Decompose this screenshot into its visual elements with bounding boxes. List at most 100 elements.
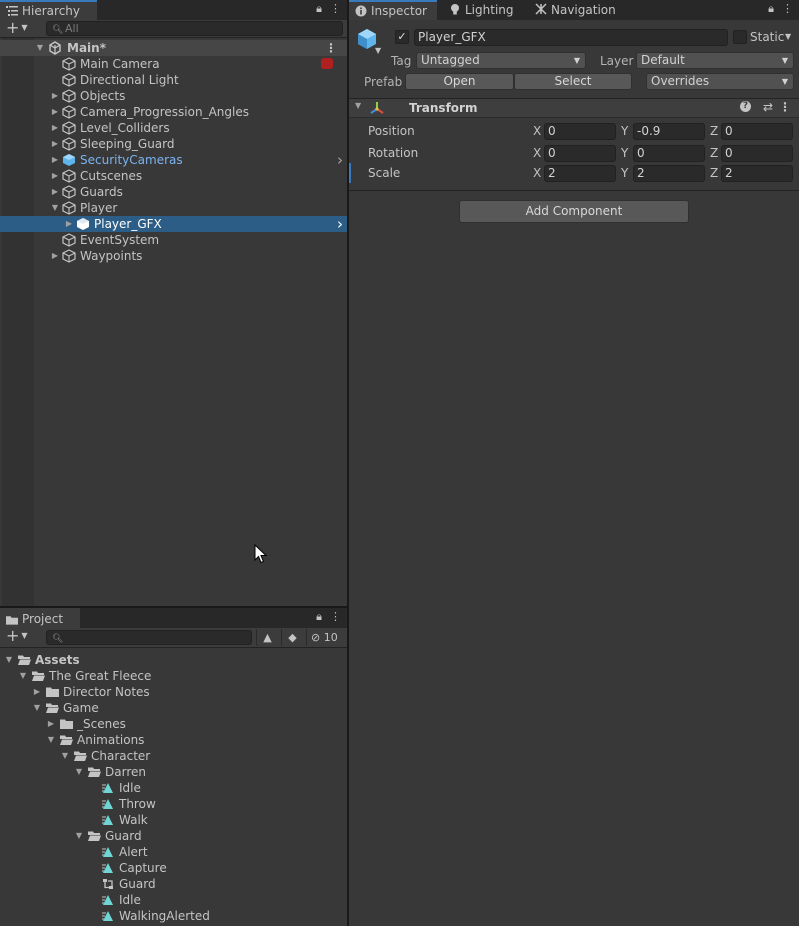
prefab-select-button[interactable]: Select xyxy=(514,73,632,90)
collapse-arrow-icon[interactable]: ▶ xyxy=(50,104,60,120)
lock-icon[interactable]: 🔒︎ xyxy=(768,2,774,16)
axis-x-label[interactable]: X xyxy=(533,166,541,180)
tab-lighting[interactable]: Lighting xyxy=(443,0,525,20)
object-name-field[interactable]: Player_GFX xyxy=(414,29,728,46)
collapse-arrow-icon[interactable]: ▶ xyxy=(50,136,60,152)
project-tree-item[interactable]: ▼ Game xyxy=(0,700,347,716)
position-x-field[interactable]: 0 xyxy=(544,123,616,140)
project-tree-item[interactable]: ▼ The Great Fleece xyxy=(0,668,347,684)
filter-by-label-icon[interactable]: ◆ xyxy=(281,629,303,646)
project-tree-item[interactable]: ▼ Assets xyxy=(0,652,347,668)
lock-icon[interactable]: 🔒︎ xyxy=(316,2,322,16)
project-tree-item[interactable]: Walk xyxy=(0,812,347,828)
prefab-open-button[interactable]: Open xyxy=(405,73,514,90)
hierarchy-item[interactable]: EventSystem xyxy=(0,232,347,248)
expand-arrow-icon[interactable]: ▼ xyxy=(18,668,28,684)
component-menu-icon[interactable]: ⋮ xyxy=(779,100,791,114)
project-tree-item[interactable]: ▼ Darren xyxy=(0,764,347,780)
position-y-field[interactable]: -0.9 xyxy=(633,123,705,140)
hierarchy-item[interactable]: ▼ Player xyxy=(0,200,347,216)
hierarchy-item[interactable]: ▶ Camera_Progression_Angles xyxy=(0,104,347,120)
hierarchy-item[interactable]: ▶ Guards xyxy=(0,184,347,200)
prefab-open-arrow-icon[interactable]: › xyxy=(337,152,343,168)
axis-x-label[interactable]: X xyxy=(533,146,541,160)
hierarchy-item[interactable]: Main Camera xyxy=(0,56,347,72)
project-tree-item[interactable]: Alert xyxy=(0,844,347,860)
expand-arrow-icon[interactable]: ▼ xyxy=(32,700,42,716)
static-checkbox[interactable] xyxy=(733,30,747,44)
prefab-open-arrow-icon[interactable]: › xyxy=(337,216,343,232)
project-tree-item[interactable]: ▼ Animations xyxy=(0,732,347,748)
position-z-field[interactable]: 0 xyxy=(721,123,793,140)
project-tree-item[interactable]: WalkingAlerted xyxy=(0,908,347,924)
kebab-menu-icon[interactable]: ⋮ xyxy=(782,2,793,16)
axis-x-label[interactable]: X xyxy=(533,124,541,138)
tab-hierarchy[interactable]: Hierarchy xyxy=(0,0,97,20)
collapse-arrow-icon[interactable]: ▶ xyxy=(50,152,60,168)
axis-z-label[interactable]: Z xyxy=(710,146,718,160)
create-dropdown-button[interactable]: + ▼ xyxy=(6,20,28,39)
transform-component-header[interactable]: ▼ Transform ? ⇄ ⋮ xyxy=(349,98,799,118)
scene-menu-icon[interactable]: ⋮ xyxy=(325,40,337,56)
project-tree-item[interactable]: Throw xyxy=(0,796,347,812)
hierarchy-item[interactable]: ▶ Sleeping_Guard xyxy=(0,136,347,152)
hierarchy-item[interactable]: ▶ Player_GFX › xyxy=(0,216,347,232)
project-tree-item[interactable]: ▼ Character xyxy=(0,748,347,764)
hidden-packages-toggle[interactable]: ⊘ 10 xyxy=(306,629,346,646)
transform-row-label[interactable]: Scale xyxy=(368,166,400,180)
collapse-arrow-icon[interactable]: ▶ xyxy=(46,716,56,732)
scale-z-field[interactable]: 2 xyxy=(721,165,793,182)
collapse-arrow-icon[interactable]: ▶ xyxy=(50,184,60,200)
fold-arrow-icon[interactable]: ▼ xyxy=(355,101,361,110)
add-component-button[interactable]: Add Component xyxy=(459,200,689,223)
collapse-arrow-icon[interactable]: ▶ xyxy=(50,248,60,264)
hierarchy-item[interactable]: ▶ Cutscenes xyxy=(0,168,347,184)
transform-row-label[interactable]: Rotation xyxy=(368,146,418,160)
project-tree-item[interactable]: Idle xyxy=(0,780,347,796)
icon-dropdown-caret-icon[interactable]: ▼ xyxy=(375,46,381,55)
expand-arrow-icon[interactable]: ▼ xyxy=(50,200,60,216)
hierarchy-item[interactable]: Directional Light xyxy=(0,72,347,88)
create-asset-button[interactable]: + ▼ xyxy=(6,628,28,647)
expand-arrow-icon[interactable]: ▼ xyxy=(35,40,45,56)
tab-inspector[interactable]: Inspector xyxy=(349,0,437,20)
kebab-menu-icon[interactable]: ⋮ xyxy=(330,2,341,16)
collapse-arrow-icon[interactable]: ▶ xyxy=(50,168,60,184)
project-tree-item[interactable]: ▶ Director Notes xyxy=(0,684,347,700)
prefab-overrides-dropdown[interactable]: Overrides ▼ xyxy=(646,73,794,90)
expand-arrow-icon[interactable]: ▼ xyxy=(74,828,84,844)
axis-z-label[interactable]: Z xyxy=(710,124,718,138)
collapse-arrow-icon[interactable]: ▶ xyxy=(50,120,60,136)
layer-dropdown[interactable]: Default ▼ xyxy=(636,52,794,69)
tab-navigation[interactable]: Navigation xyxy=(529,0,629,20)
collapse-arrow-icon[interactable]: ▶ xyxy=(50,88,60,104)
collapse-arrow-icon[interactable]: ▶ xyxy=(32,684,42,700)
hierarchy-item[interactable]: ▶ Objects xyxy=(0,88,347,104)
axis-y-label[interactable]: Y xyxy=(621,166,628,180)
hierarchy-item[interactable]: ▶ SecurityCameras › xyxy=(0,152,347,168)
axis-y-label[interactable]: Y xyxy=(621,146,628,160)
help-icon[interactable]: ? xyxy=(740,101,751,112)
project-tree-item[interactable]: ▶ _Scenes xyxy=(0,716,347,732)
axis-y-label[interactable]: Y xyxy=(621,124,628,138)
expand-arrow-icon[interactable]: ▼ xyxy=(46,732,56,748)
scale-x-field[interactable]: 2 xyxy=(544,165,616,182)
lock-icon[interactable]: 🔒︎ xyxy=(316,610,322,624)
expand-arrow-icon[interactable]: ▼ xyxy=(4,652,14,668)
project-tree-item[interactable]: Capture xyxy=(0,860,347,876)
kebab-menu-icon[interactable]: ⋮ xyxy=(330,610,341,624)
hierarchy-search-input[interactable]: 🔍︎ All xyxy=(46,21,343,36)
scene-header-row[interactable]: ▼ Main* ⋮ xyxy=(0,40,347,56)
presets-icon[interactable]: ⇄ xyxy=(763,100,773,114)
project-search-input[interactable]: 🔍︎ xyxy=(46,630,252,645)
static-dropdown-caret-icon[interactable]: ▼ xyxy=(785,32,791,41)
tab-project[interactable]: Project xyxy=(0,608,80,628)
hierarchy-item[interactable]: ▶ Waypoints xyxy=(0,248,347,264)
project-tree-item[interactable]: Idle xyxy=(0,892,347,908)
expand-arrow-icon[interactable]: ▼ xyxy=(74,764,84,780)
scale-y-field[interactable]: 2 xyxy=(633,165,705,182)
rotation-y-field[interactable]: 0 xyxy=(633,145,705,162)
hierarchy-item[interactable]: ▶ Level_Colliders xyxy=(0,120,347,136)
axis-z-label[interactable]: Z xyxy=(710,166,718,180)
project-tree-item[interactable]: Guard xyxy=(0,876,347,892)
